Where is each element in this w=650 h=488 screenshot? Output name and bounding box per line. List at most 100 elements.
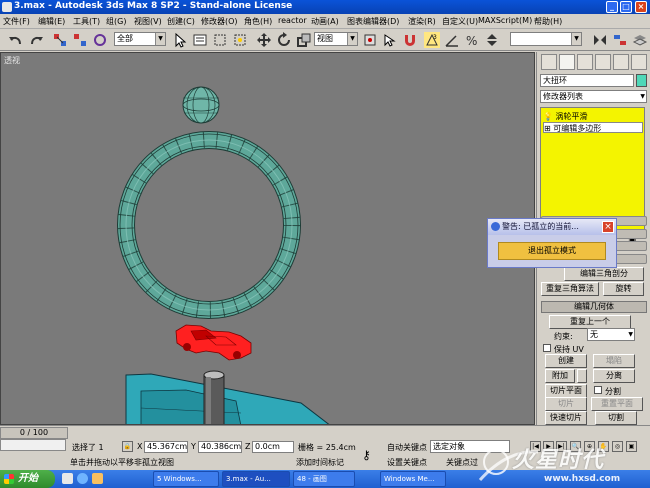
slice-button[interactable]: 切片 [545,397,587,411]
collapse-button[interactable]: 塌陷 [593,354,635,368]
lock-selection-icon[interactable]: 🔒 [122,441,133,452]
minimize-button[interactable]: _ [606,1,618,13]
menu-customize[interactable]: 自定义(U) [442,16,478,27]
select-object-icon[interactable] [172,32,188,48]
task-3dsmax[interactable]: 3.max - Au... [222,471,290,487]
bind-space-warp-icon[interactable] [92,32,108,48]
retriangulate-button[interactable]: 重复三角算法 [541,282,599,296]
auto-key-button[interactable]: 自动关键点 [387,442,427,453]
box-object[interactable] [125,373,331,425]
menu-group[interactable]: 组(G) [106,16,126,27]
repeat-last-button[interactable]: 重复上一个 [549,315,631,329]
exit-isolation-button[interactable]: 退出孤立模式 [498,242,606,260]
menu-reactor[interactable]: reactor [278,16,307,25]
menu-views[interactable]: 视图(V) [134,16,162,27]
task-paint[interactable]: 48 - 画图 [293,471,355,487]
quicklaunch-ie-icon[interactable] [77,473,88,484]
z-coord-field[interactable]: 0.0cm [252,441,294,453]
modifier-list-dropdown[interactable]: 修改器列表 ▼ [540,90,647,103]
attach-settings-button[interactable] [577,369,587,383]
align-icon[interactable] [612,32,628,48]
snaps-toggle-icon[interactable]: 3 [424,32,440,48]
object-color-swatch[interactable] [636,74,647,87]
set-key-button[interactable]: 设置关键点 [387,457,427,468]
selection-filter-dropdown[interactable]: 全部 ▼ [114,32,166,46]
sphere-object[interactable] [182,86,220,124]
menu-help[interactable]: 帮助(H) [534,16,562,27]
lightbulb-icon[interactable]: 💡 [543,112,556,121]
select-by-name-icon[interactable] [192,32,208,48]
window-crossing-icon[interactable] [232,32,248,48]
quicklaunch-desktop-icon[interactable] [62,473,73,484]
max-app-icon[interactable] [2,2,12,12]
key-filters-button[interactable]: 关键点过 [446,457,478,468]
menu-create[interactable]: 创建(C) [167,16,195,27]
stack-item-turbosmooth[interactable]: 💡 涡轮平滑 [543,111,588,122]
select-and-link-icon[interactable] [52,32,68,48]
maximize-button[interactable]: □ [620,1,632,13]
scale-icon[interactable] [296,32,312,48]
menu-graph-editors[interactable]: 图表编辑器(D) [347,16,399,27]
reference-coord-dropdown[interactable]: 视图 ▼ [314,32,358,46]
slice-plane-button[interactable]: 切片平面 [545,384,587,398]
menu-edit[interactable]: 编辑(E) [38,16,65,27]
menu-rendering[interactable]: 渲染(R) [408,16,436,27]
menu-tools[interactable]: 工具(T) [73,16,100,27]
expand-icon[interactable]: ⊞ [544,124,553,133]
pivot-center-icon[interactable] [362,32,378,48]
unlink-icon[interactable] [72,32,88,48]
rotate-icon[interactable] [276,32,292,48]
object-name-field[interactable]: 大扭环 [540,74,634,87]
viewport-label[interactable]: 透视 [4,55,20,66]
display-tab-icon[interactable] [613,54,629,70]
undo-icon[interactable] [8,32,24,48]
redo-icon[interactable] [28,32,44,48]
add-time-tag[interactable]: 添加时间标记 [296,457,344,468]
car-object[interactable] [175,324,252,361]
quicklaunch-media-icon[interactable] [92,473,103,484]
rectangular-selection-icon[interactable] [212,32,228,48]
quickslice-button[interactable]: 快速切片 [545,411,587,425]
time-slider[interactable]: 0 / 100 [0,427,68,439]
spinner-snap-icon[interactable] [484,32,500,48]
hierarchy-tab-icon[interactable] [577,54,593,70]
detach-button[interactable]: 分离 [593,369,635,383]
edit-triangulation-button[interactable]: 编辑三角剖分 [564,267,644,281]
y-coord-field[interactable]: 40.386cm [198,441,242,453]
reset-plane-button[interactable]: 重置平面 [591,397,643,411]
menu-modifiers[interactable]: 修改器(O) [201,16,238,27]
create-tab-icon[interactable] [541,54,557,70]
close-icon[interactable]: × [602,221,614,233]
select-and-manipulate-icon[interactable] [382,32,398,48]
attach-button[interactable]: 附加 [545,369,575,383]
key-icon[interactable]: ⚷ [362,448,371,462]
modify-tab-icon[interactable] [559,54,575,70]
named-selection-dropdown[interactable]: ▼ [510,32,582,46]
torus-object[interactable] [117,131,301,319]
cylinder-object[interactable] [203,370,225,425]
move-icon[interactable] [256,32,272,48]
x-coord-field[interactable]: 45.367cm [144,441,188,453]
task-windows-explorer[interactable]: 5 Windows... [153,471,219,487]
create-button[interactable]: 创建 [545,354,587,368]
close-button[interactable]: × [635,1,647,13]
edit-geometry-rollout-header[interactable]: 编辑几何体 [541,301,647,313]
percent-snap-icon[interactable]: % [464,32,480,48]
modifier-stack[interactable]: 💡 涡轮平滑 ⊞ 可编辑多边形 [540,107,645,232]
turn-button[interactable]: 旋转 [603,282,644,296]
menu-file[interactable]: 文件(F) [3,16,30,27]
track-bar[interactable] [0,439,66,451]
cut-button[interactable]: 切割 [595,411,637,425]
mirror-icon[interactable] [592,32,608,48]
menu-character[interactable]: 角色(H) [244,16,272,27]
split-checkbox[interactable] [594,386,602,394]
constraints-dropdown[interactable]: 无 ▼ [587,328,635,341]
layer-manager-icon[interactable] [632,32,648,48]
perspective-viewport[interactable]: 透视 [0,52,535,425]
motion-tab-icon[interactable] [595,54,611,70]
preserve-uv-checkbox[interactable] [543,344,551,352]
stack-item-editable-poly[interactable]: ⊞ 可编辑多边形 [543,122,643,133]
magnet-snap-icon[interactable] [402,32,418,48]
menu-animation[interactable]: 动画(A) [311,16,339,27]
angle-snap-icon[interactable] [444,32,460,48]
